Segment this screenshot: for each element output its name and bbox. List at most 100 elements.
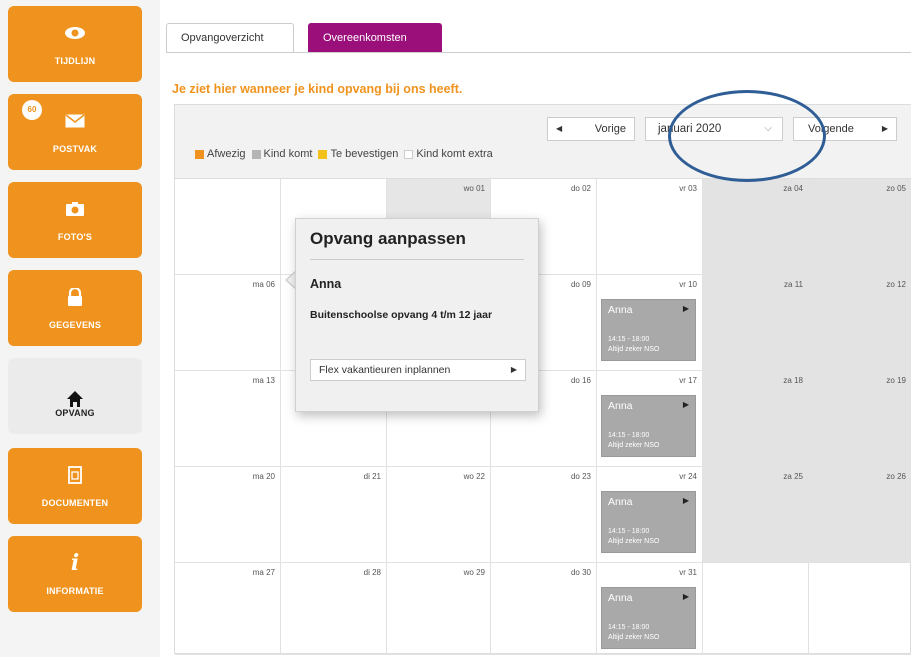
nav-documenten[interactable]: DOCUMENTEN: [8, 448, 142, 524]
event-type: Altijd zeker NSO: [608, 442, 660, 449]
care-event[interactable]: Anna ▶ 14:15 - 18:00 Altijd zeker NSO: [601, 587, 696, 649]
day-label: di 21: [363, 472, 381, 481]
calendar-day-cell[interactable]: ma 13: [175, 371, 281, 467]
day-label: di 28: [363, 568, 381, 577]
day-label: do 02: [570, 184, 591, 193]
tab-overeenkomsten[interactable]: Overeenkomsten: [308, 23, 442, 52]
day-label: ma 06: [252, 280, 275, 289]
lock-icon: [8, 284, 142, 310]
day-label: vr 31: [679, 568, 697, 577]
calendar-day-cell[interactable]: [809, 563, 911, 655]
nav-postvak[interactable]: 60 POSTVAK: [8, 94, 142, 170]
calendar-day-cell[interactable]: za 04: [703, 179, 809, 275]
arrow-right-icon: ▶: [510, 365, 517, 374]
calendar-day-cell[interactable]: ma 20: [175, 467, 281, 563]
day-label: ma 13: [252, 376, 275, 385]
event-time: 14:15 - 18:00: [608, 624, 650, 631]
calendar-day-cell[interactable]: vr 03: [597, 179, 703, 275]
calendar-day-cell[interactable]: ma 27: [175, 563, 281, 655]
calendar-grid: wo 01 do 02 vr 03 za 04 zo 05 ma 06 do 09 vr 10…: [175, 179, 911, 655]
arrow-right-icon: ▶: [682, 304, 689, 313]
legend-swatch-absent: [195, 149, 204, 159]
calendar-day-cell[interactable]: do 30: [491, 563, 597, 655]
event-time: 14:15 - 18:00: [608, 528, 650, 535]
day-label: wo 01: [463, 184, 485, 193]
calendar-day-cell[interactable]: za 18: [703, 371, 809, 467]
popup-title: Opvang aanpassen: [310, 229, 466, 248]
day-label: vr 24: [679, 472, 697, 481]
nav-documenten-label: DOCUMENTEN: [41, 498, 109, 508]
camera-icon: [8, 196, 142, 222]
calendar-day-cell[interactable]: zo 26: [809, 467, 911, 563]
flex-hours-button[interactable]: Flex vakantieuren inplannen ▶: [310, 359, 526, 381]
day-label: zo 26: [886, 472, 906, 481]
calendar-day-cell[interactable]: [175, 179, 281, 275]
eye-icon: [8, 20, 142, 46]
calendar-day-cell[interactable]: di 21: [281, 467, 387, 563]
main-content: Opvangoverzicht Overeenkomsten Je ziet h…: [160, 0, 911, 657]
nav-fotos-label: FOTO'S: [57, 232, 93, 242]
calendar-day-cell[interactable]: za 11: [703, 275, 809, 371]
popup-description: Buitenschoolse opvang 4 t/m 12 jaar: [310, 309, 493, 321]
day-label: zo 19: [886, 376, 906, 385]
calendar-day-cell[interactable]: zo 12: [809, 275, 911, 371]
nav-opvang-label: OPVANG: [55, 408, 95, 418]
popup-divider: [310, 259, 524, 260]
calendar-day-cell[interactable]: zo 05: [809, 179, 911, 275]
calendar-day-cell[interactable]: za 25: [703, 467, 809, 563]
nav-tijdlijn[interactable]: TIJDLIJN: [8, 6, 142, 82]
mail-icon: [8, 108, 142, 134]
calendar-day-cell[interactable]: [703, 563, 809, 655]
legend-swatch-comes: [251, 149, 261, 159]
calendar-day-cell[interactable]: di 28: [281, 563, 387, 655]
day-label: do 09: [570, 280, 591, 289]
day-label: za 18: [783, 376, 803, 385]
legend: Afwezig Kind komt Te bevestigen Kind kom…: [195, 148, 493, 160]
day-label: vr 10: [679, 280, 697, 289]
legend-swatch-extra: [404, 149, 414, 159]
day-label: vr 17: [679, 376, 697, 385]
nav-fotos[interactable]: FOTO'S: [8, 182, 142, 258]
event-time: 14:15 - 18:00: [608, 432, 650, 439]
nav-gegevens-label: GEGEVENS: [48, 320, 102, 330]
opvang-aanpassen-popup: Opvang aanpassen Anna Buitenschoolse opv…: [295, 218, 539, 412]
legend-confirm: Te bevestigen: [330, 148, 399, 160]
arrow-right-icon: ▶: [682, 496, 689, 505]
nav-gegevens[interactable]: GEGEVENS: [8, 270, 142, 346]
care-event[interactable]: Anna ▶ 14:15 - 18:00 Altijd zeker NSO: [601, 491, 696, 553]
day-label: zo 05: [886, 184, 906, 193]
arrow-left-icon: ◀: [556, 124, 563, 133]
care-event[interactable]: Anna ▶ 14:15 - 18:00 Altijd zeker NSO: [601, 299, 696, 361]
nav-tijdlijn-label: TIJDLIJN: [54, 56, 96, 66]
nav-opvang[interactable]: OPVANG: [8, 358, 142, 434]
sidebar: TIJDLIJN 60 POSTVAK FOTO'S GEGEVENS OPVA…: [0, 0, 150, 657]
legend-extra: Kind komt extra: [416, 148, 493, 160]
prev-label: Vorige: [594, 123, 626, 135]
prev-month-button[interactable]: ◀ Vorige: [547, 117, 635, 141]
arrow-right-icon: ▶: [881, 124, 888, 133]
calendar-day-cell[interactable]: vr 10 Anna ▶ 14:15 - 18:00 Altijd zeker NSO: [597, 275, 703, 371]
legend-swatch-confirm: [318, 149, 328, 159]
day-label: do 23: [570, 472, 591, 481]
calendar-day-cell[interactable]: ma 06: [175, 275, 281, 371]
day-label: vr 03: [679, 184, 697, 193]
event-type: Altijd zeker NSO: [608, 346, 660, 353]
nav-informatie[interactable]: i INFORMATIE: [8, 536, 142, 612]
calendar-day-cell[interactable]: vr 24 Anna ▶ 14:15 - 18:00 Altijd zeker NSO: [597, 467, 703, 563]
tab-opvangoverzicht[interactable]: Opvangoverzicht: [166, 23, 294, 52]
calendar-day-cell[interactable]: zo 19: [809, 371, 911, 467]
calendar-day-cell[interactable]: vr 17 Anna ▶ 14:15 - 18:00 Altijd zeker NSO: [597, 371, 703, 467]
calendar-day-cell[interactable]: wo 29: [387, 563, 491, 655]
day-label: do 16: [570, 376, 591, 385]
arrow-right-icon: ▶: [682, 400, 689, 409]
calendar-day-cell[interactable]: wo 22: [387, 467, 491, 563]
calendar: ◀ Vorige januari 2020 ⌵ Volgende ▶ Afwez…: [174, 104, 911, 655]
care-event[interactable]: Anna ▶ 14:15 - 18:00 Altijd zeker NSO: [601, 395, 696, 457]
event-child-name: Anna: [608, 592, 633, 604]
calendar-day-cell[interactable]: do 23: [491, 467, 597, 563]
calendar-day-cell[interactable]: vr 31 Anna ▶ 14:15 - 18:00 Altijd zeker NSO: [597, 563, 703, 655]
day-label: za 11: [784, 280, 803, 289]
document-icon: [8, 462, 142, 488]
nav-informatie-label: INFORMATIE: [46, 586, 104, 596]
event-time: 14:15 - 18:00: [608, 336, 650, 343]
